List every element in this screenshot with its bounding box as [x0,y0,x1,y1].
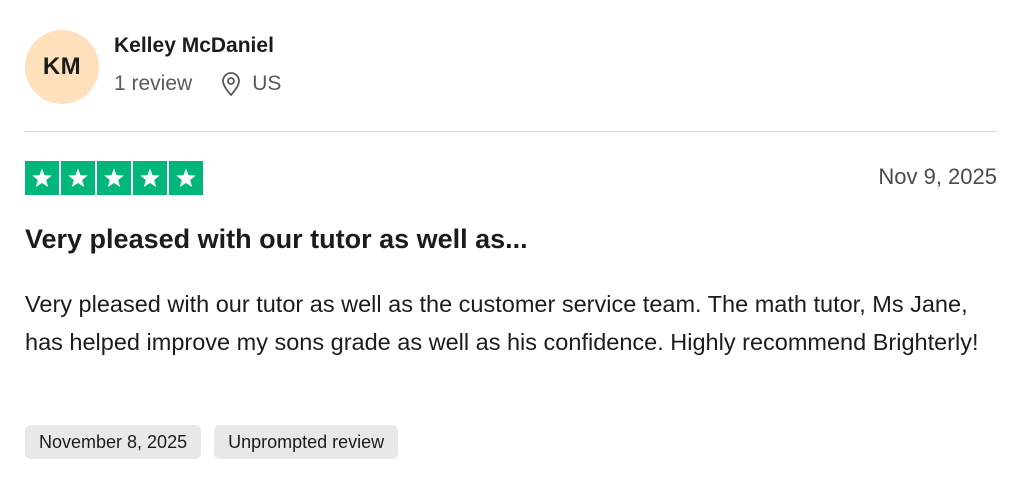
experience-date-tag: November 8, 2025 [25,425,202,459]
review-title[interactable]: Very pleased with our tutor as well as..… [25,224,528,255]
divider [25,131,997,132]
star-icon [61,161,95,195]
reviewer-country: US [252,72,282,95]
review-count: 1 review [114,72,193,95]
review-card: KM Kelley McDaniel 1 review US Nov 9, 20… [0,0,1024,477]
reviewer-name[interactable]: Kelley McDaniel [114,34,274,58]
star-icon [133,161,167,195]
review-body: Very pleased with our tutor as well as t… [25,291,979,355]
star-icon [169,161,203,195]
review-tags: November 8, 2025 Unprompted review [25,425,399,459]
unprompted-review-tag[interactable]: Unprompted review [214,425,399,459]
star-icon [97,161,131,195]
avatar[interactable]: KM [25,30,99,104]
review-date: Nov 9, 2025 [878,164,997,189]
reviewer-meta: 1 review US [114,71,281,97]
star-icon [25,161,59,195]
star-rating [25,161,203,195]
map-pin-icon [222,72,241,96]
